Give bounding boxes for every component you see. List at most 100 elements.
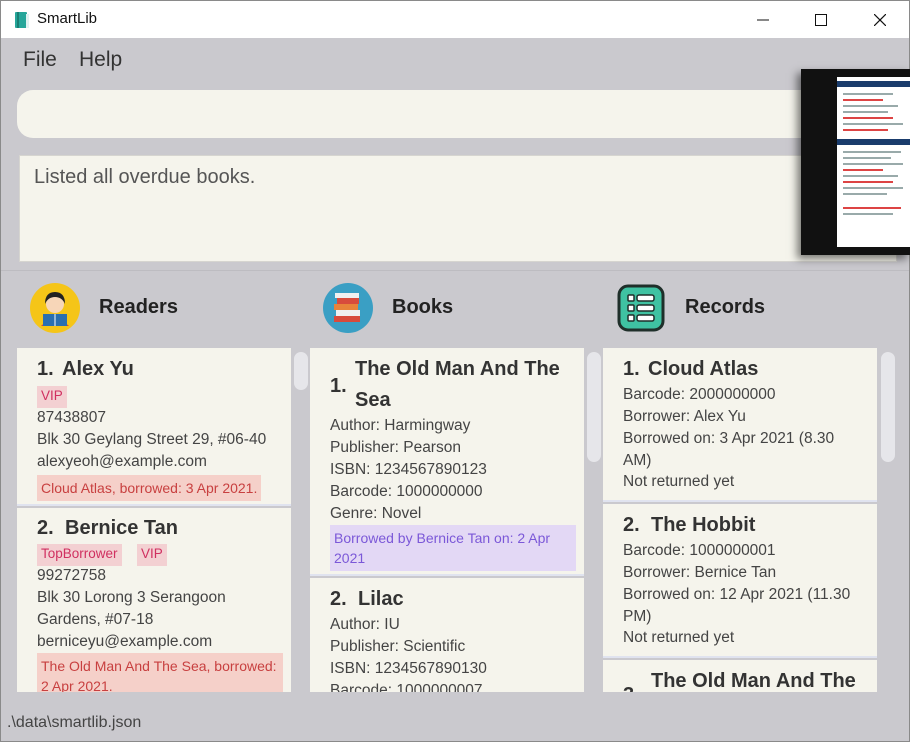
app-book-icon xyxy=(15,12,29,28)
menu-file[interactable]: File xyxy=(23,48,57,72)
close-button[interactable] xyxy=(851,1,909,39)
minimize-button[interactable] xyxy=(734,1,792,39)
record-title: The Hobbit xyxy=(651,514,756,536)
records-list-icon xyxy=(617,284,665,332)
storage-file-path: .\data\smartlib.json xyxy=(7,714,142,731)
preview-line xyxy=(843,99,883,101)
window-title: SmartLib xyxy=(37,10,98,27)
close-icon xyxy=(874,14,886,26)
book-barcode: Barcode: 1000000007 xyxy=(330,682,483,692)
preview-line xyxy=(843,207,901,209)
records-title: Records xyxy=(685,296,766,318)
record-return-status: Not returned yet xyxy=(623,629,735,646)
reader-borrowed-note: The Old Man And The Sea, borrowed: 2 Apr… xyxy=(37,653,283,692)
record-borrowed-on: Borrowed on: 3 Apr 2021 (8.30 xyxy=(623,430,835,447)
preview-line xyxy=(843,157,891,159)
preview-header-band xyxy=(837,81,910,87)
reader-name: Bernice Tan xyxy=(65,517,178,539)
borrowed-text: The Old Man And The Sea, borrowed: xyxy=(41,658,277,674)
app-body: File Help Listed all overdue books. Read… xyxy=(0,38,910,742)
borrow-status-text: 2021 xyxy=(334,550,366,566)
book-title: The Old Man And The xyxy=(355,358,560,380)
preview-line xyxy=(843,163,903,165)
record-title: The Old Man And The xyxy=(651,670,856,692)
books-stack-icon xyxy=(323,283,373,333)
readers-list[interactable]: 1. Alex Yu VIP 87438807 Blk 30 Geylang S… xyxy=(17,348,311,692)
books-scrollbar[interactable] xyxy=(587,352,601,462)
book-card[interactable]: 2. Lilac Author: IU Publisher: Scientifi… xyxy=(310,578,584,692)
record-barcode: Barcode: 2000000000 xyxy=(623,386,776,403)
preview-line xyxy=(843,193,887,195)
record-borrowed-on: PM) xyxy=(623,608,652,625)
section-divider xyxy=(1,270,909,271)
result-display: Listed all overdue books. xyxy=(19,155,897,262)
records-scrollbar[interactable] xyxy=(881,352,895,462)
preview-header-band xyxy=(837,139,910,145)
record-index: 2. xyxy=(623,514,640,536)
preview-line xyxy=(843,111,888,113)
record-borrower: Borrower: Bernice Tan xyxy=(623,564,777,581)
record-card[interactable]: 2. The Hobbit Barcode: 1000000001 Borrow… xyxy=(603,504,877,658)
reader-card[interactable]: 2. Bernice Tan TopBorrower VIP 99272758 … xyxy=(17,508,291,692)
books-header: Books xyxy=(322,282,582,338)
book-barcode: Barcode: 1000000000 xyxy=(330,483,483,500)
reader-phone: 99272758 xyxy=(37,567,106,584)
record-index: 3. xyxy=(623,684,640,692)
preview-line xyxy=(843,105,898,107)
reader-borrowed-note: Cloud Atlas, borrowed: 3 Apr 2021. xyxy=(37,475,262,501)
reader-tag: VIP xyxy=(137,544,167,566)
readers-header: Readers xyxy=(29,282,289,338)
reader-index: 1. xyxy=(37,358,54,380)
reader-tag: VIP xyxy=(37,386,67,408)
book-title: Lilac xyxy=(358,588,404,610)
maximize-button[interactable] xyxy=(792,1,850,39)
minimize-icon xyxy=(757,19,769,21)
book-borrow-status: Borrowed by Bernice Tan on: 2 Apr 2021 xyxy=(330,525,576,571)
book-card[interactable]: 1. The Old Man And The Sea Author: Harmi… xyxy=(310,348,584,576)
menu-bar: File Help xyxy=(1,38,909,80)
preview-line xyxy=(843,117,893,119)
reader-index: 2. xyxy=(37,517,54,539)
records-header: Records xyxy=(615,282,875,338)
borrow-status-text: Borrowed by Bernice Tan on: 2 Apr xyxy=(334,530,551,546)
book-isbn: ISBN: 1234567890123 xyxy=(330,461,487,478)
preview-line xyxy=(843,181,893,183)
borrowed-text: Cloud Atlas, borrowed: 3 Apr 2021. xyxy=(41,480,258,496)
book-author: Author: IU xyxy=(330,616,400,633)
records-list[interactable]: 1. Cloud Atlas Barcode: 2000000000 Borro… xyxy=(603,348,895,692)
reader-address: Gardens, #07-18 xyxy=(37,611,154,628)
readers-scrollbar[interactable] xyxy=(294,352,308,390)
maximize-icon xyxy=(815,14,827,26)
record-card[interactable]: 3. The Old Man And The xyxy=(603,660,877,692)
preview-line xyxy=(843,93,893,95)
reader-address: Blk 30 Geylang Street 29, #06-40 xyxy=(37,431,267,448)
books-list[interactable]: 1. The Old Man And The Sea Author: Harmi… xyxy=(310,348,602,692)
book-genre: Genre: Novel xyxy=(330,505,422,522)
record-borrower: Borrower: Alex Yu xyxy=(623,408,746,425)
result-message: Listed all overdue books. xyxy=(34,166,256,188)
reader-name: Alex Yu xyxy=(62,358,134,380)
record-borrowed-on: AM) xyxy=(623,452,652,469)
book-publisher: Publisher: Scientific xyxy=(330,638,466,655)
reader-phone: 87438807 xyxy=(37,409,106,426)
book-author: Author: Harmingway xyxy=(330,417,471,434)
title-bar: SmartLib xyxy=(0,0,910,38)
book-title: Sea xyxy=(355,389,391,411)
preview-line xyxy=(843,213,893,215)
readers-title: Readers xyxy=(99,296,178,318)
document-page-preview xyxy=(837,77,910,247)
record-return-status: Not returned yet xyxy=(623,473,735,490)
record-card[interactable]: 1. Cloud Atlas Barcode: 2000000000 Borro… xyxy=(603,348,877,502)
book-isbn: ISBN: 1234567890130 xyxy=(330,660,487,677)
menu-help[interactable]: Help xyxy=(79,48,122,72)
reader-email: alexyeoh@example.com xyxy=(37,453,207,470)
preview-line xyxy=(843,151,901,153)
preview-line xyxy=(843,129,888,131)
status-bar: .\data\smartlib.json xyxy=(1,706,909,742)
preview-line xyxy=(843,169,883,171)
command-input[interactable] xyxy=(17,90,897,138)
record-title: Cloud Atlas xyxy=(648,358,759,380)
reader-card[interactable]: 1. Alex Yu VIP 87438807 Blk 30 Geylang S… xyxy=(17,348,291,506)
floating-document-thumbnail[interactable] xyxy=(801,69,910,255)
book-publisher: Publisher: Pearson xyxy=(330,439,461,456)
